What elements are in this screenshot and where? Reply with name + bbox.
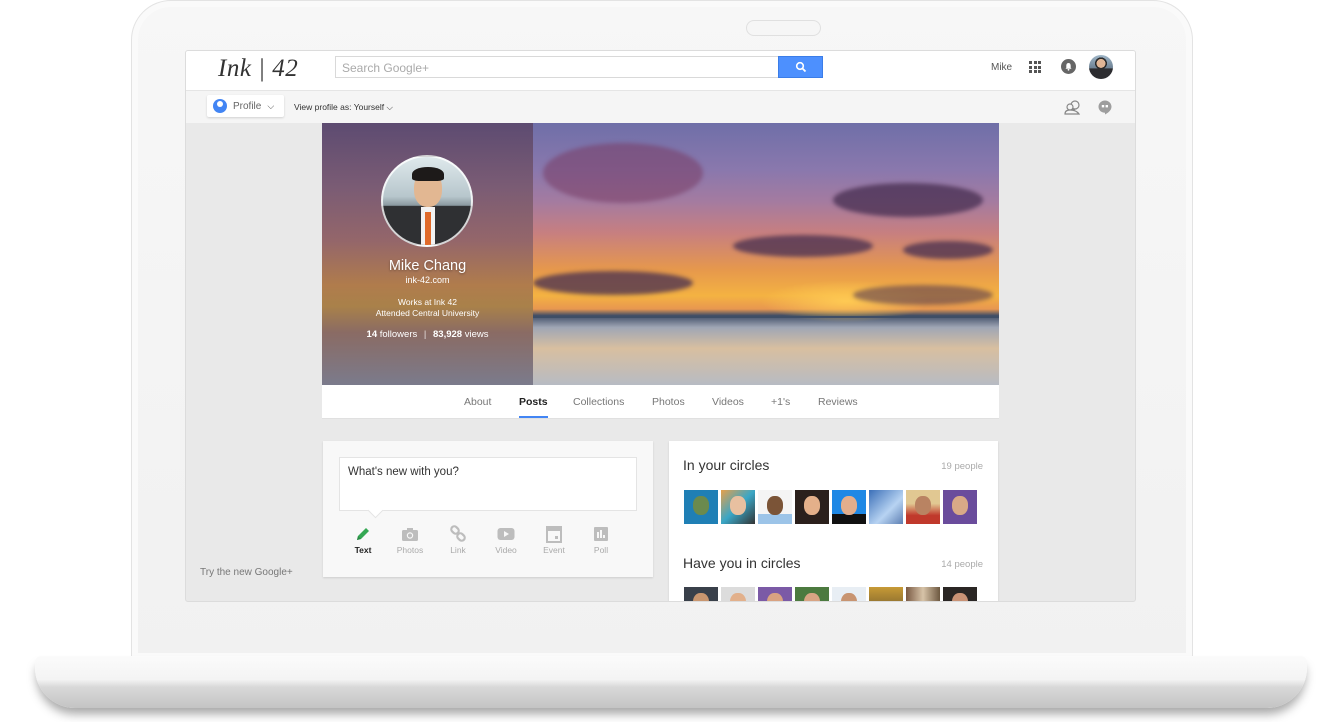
search-button[interactable] <box>778 56 823 78</box>
hangouts-icon[interactable] <box>1098 100 1112 115</box>
poll-icon <box>594 527 608 541</box>
circle-avatar[interactable] <box>906 490 940 524</box>
circle-avatar[interactable] <box>832 587 866 601</box>
profile-cover: Mike Chang ink-42.com Works at Ink 42 At… <box>322 123 999 385</box>
browser-screen: Ink | 42 Search Google+ Mike Profile ⌵ V… <box>185 50 1136 602</box>
share-box: What's new with you? Text Photos Link Vi… <box>323 441 653 577</box>
event-icon <box>546 525 562 543</box>
profile-website-link[interactable]: ink-42.com <box>322 275 533 285</box>
tab-videos[interactable]: Videos <box>712 396 744 408</box>
tab-posts[interactable]: Posts <box>519 396 548 418</box>
circle-avatar[interactable] <box>832 490 866 524</box>
circle-avatar[interactable] <box>758 587 792 601</box>
circles-card: In your circles 19 people Have you in ci… <box>669 441 998 601</box>
in-your-circles-title[interactable]: In your circles <box>683 457 769 473</box>
profile-details: Works at Ink 42 Attended Central Univers… <box>322 297 533 319</box>
views-label: views <box>464 329 489 340</box>
chevron-down-icon: ⌵ <box>267 100 275 111</box>
profile-name: Mike Chang <box>388 258 467 274</box>
circle-avatar[interactable] <box>721 490 755 524</box>
share-input[interactable]: What's new with you? <box>339 457 637 511</box>
tab-plus-ones[interactable]: +1's <box>771 396 790 408</box>
view-profile-as-dropdown[interactable]: View profile as: Yourself ⌵ <box>294 102 393 113</box>
share-video-label: Video <box>495 545 517 555</box>
circle-avatar[interactable] <box>943 490 977 524</box>
profile-work: Works at Ink 42 <box>398 297 457 307</box>
in-your-circles-avatars <box>684 490 977 524</box>
share-event-label: Event <box>543 545 565 555</box>
search-input[interactable]: Search Google+ <box>335 56 779 78</box>
circle-avatar[interactable] <box>795 587 829 601</box>
search-icon <box>795 61 806 73</box>
share-text-label: Text <box>354 545 372 555</box>
share-photos-button[interactable]: Photos <box>386 525 434 555</box>
logo[interactable]: Ink | 42 <box>218 55 298 83</box>
link-icon <box>450 525 466 542</box>
laptop-camera <box>746 20 821 36</box>
pencil-icon <box>357 528 369 540</box>
share-photos-label: Photos <box>396 545 424 555</box>
top-bar: Ink | 42 Search Google+ Mike <box>186 51 1135 91</box>
view-as-label: View profile as: <box>294 102 352 112</box>
circle-avatar[interactable] <box>795 490 829 524</box>
tab-about[interactable]: About <box>464 396 491 408</box>
profile-subbar: Profile ⌵ View profile as: Yourself ⌵ <box>186 91 1135 123</box>
tab-photos[interactable]: Photos <box>652 396 685 408</box>
notifications-bell-icon[interactable] <box>1061 59 1076 74</box>
account-avatar[interactable] <box>1089 55 1113 79</box>
cover-photo[interactable] <box>533 123 999 385</box>
user-name-link[interactable]: Mike <box>991 62 1012 73</box>
view-as-value: Yourself <box>353 102 385 112</box>
share-event-button[interactable]: Event <box>530 525 578 555</box>
apps-grid-icon[interactable] <box>1029 61 1041 73</box>
tab-collections[interactable]: Collections <box>573 396 624 408</box>
circle-avatar[interactable] <box>869 587 903 601</box>
camera-icon <box>402 527 418 541</box>
tab-reviews[interactable]: Reviews <box>818 396 858 408</box>
have-you-in-circles-count[interactable]: 14 people <box>941 559 983 570</box>
laptop-base <box>35 656 1307 708</box>
have-you-in-circles-title[interactable]: Have you in circles <box>683 555 801 571</box>
share-link-button[interactable]: Link <box>434 525 482 555</box>
stats-divider: | <box>423 329 427 340</box>
try-new-google-plus-link[interactable]: Try the new Google+ <box>200 567 293 578</box>
circle-avatar[interactable] <box>943 587 977 601</box>
share-link-label: Link <box>450 545 466 555</box>
circle-avatar[interactable] <box>906 587 940 601</box>
circle-avatar[interactable] <box>684 587 718 601</box>
circle-avatar[interactable] <box>758 490 792 524</box>
followers-count[interactable]: 14 <box>367 329 378 340</box>
views-count: 83,928 <box>433 329 463 340</box>
in-your-circles-count[interactable]: 19 people <box>941 461 983 472</box>
circle-avatar[interactable] <box>869 490 903 524</box>
share-poll-button[interactable]: Poll <box>577 525 625 555</box>
profile-stats: 14 followers | 83,928 views <box>322 329 533 340</box>
chevron-down-icon: ⌵ <box>386 102 393 112</box>
share-video-button[interactable]: Video <box>482 525 530 555</box>
share-poll-label: Poll <box>593 545 609 555</box>
profile-photo[interactable] <box>381 155 473 247</box>
add-to-circles-icon[interactable] <box>1064 99 1082 115</box>
share-text-button[interactable]: Text <box>339 525 387 555</box>
profile-dropdown-button[interactable]: Profile ⌵ <box>207 95 284 117</box>
have-you-in-circles-avatars <box>684 587 977 601</box>
followers-label: followers <box>379 329 418 340</box>
profile-info-panel: Mike Chang ink-42.com Works at Ink 42 At… <box>322 123 533 385</box>
circle-avatar[interactable] <box>684 490 718 524</box>
profile-tabs: About Posts Collections Photos Videos +1… <box>322 385 999 419</box>
profile-circle-icon <box>213 99 227 113</box>
video-icon <box>497 528 515 540</box>
circle-avatar[interactable] <box>721 587 755 601</box>
profile-dropdown-label: Profile <box>233 100 262 112</box>
profile-education: Attended Central University <box>375 308 480 318</box>
